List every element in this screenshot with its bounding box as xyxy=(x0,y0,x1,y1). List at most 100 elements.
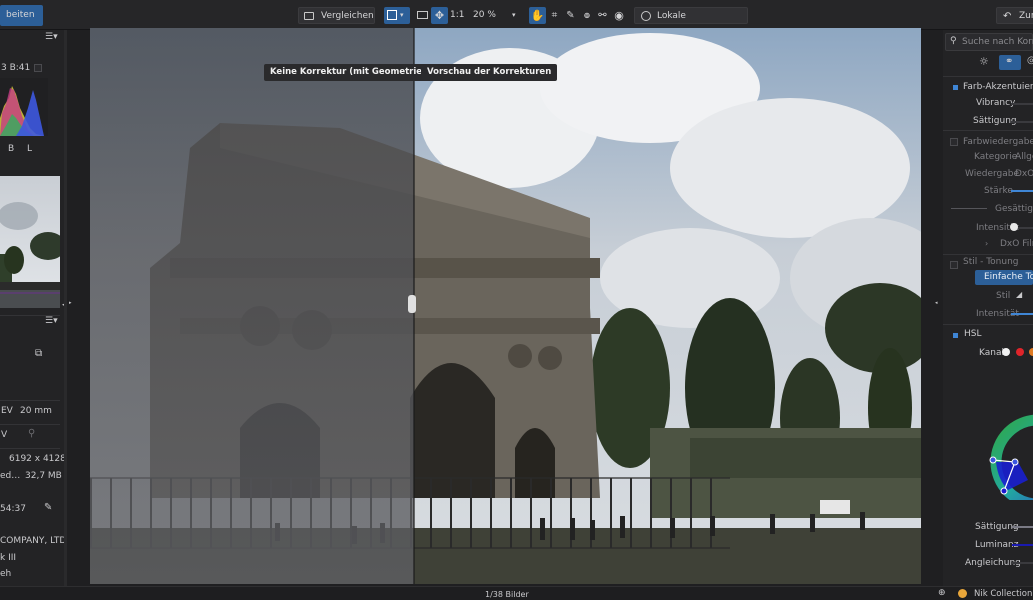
zoom-value: 20 % xyxy=(473,10,496,20)
undo-icon: ↶ xyxy=(1003,11,1012,22)
dxo-film-label: DxO Film xyxy=(1000,239,1033,249)
link-icon[interactable]: ⧉ xyxy=(35,348,42,359)
nik-collection-button[interactable]: Nik Collection xyxy=(974,589,1032,599)
local-adjustments-button[interactable]: Lokale Anpassungen xyxy=(634,7,748,38)
lens-info: eh xyxy=(0,569,12,579)
image-dimensions: 6192 x 4128 xyxy=(9,454,66,464)
color-palette-icon: ⚭ xyxy=(1005,56,1014,67)
local-adjust-icon xyxy=(641,11,651,21)
hsl-color-wheel[interactable] xyxy=(988,390,1033,500)
color-palette-tab[interactable]: ⚭ xyxy=(999,55,1021,70)
ratio-label: 1:1 xyxy=(450,10,465,20)
hand-tool-icon[interactable]: ✋ xyxy=(529,7,546,24)
split-view-button[interactable]: ▾ xyxy=(384,7,410,24)
wiedergabe-label: Wiedergabe xyxy=(965,169,1020,179)
split-handle[interactable] xyxy=(408,295,416,313)
ratio-button[interactable]: 1:1 xyxy=(450,7,464,24)
before-label: Keine Korrektur (mit Geometrie) xyxy=(264,64,432,81)
farb-akzent-enabled-icon[interactable] xyxy=(953,85,958,90)
undo-button[interactable]: ↶ Zur xyxy=(996,7,1033,24)
hist-channel-b[interactable]: B xyxy=(8,144,14,154)
rgb-readout: 3 B:41 xyxy=(1,63,31,73)
export-icon[interactable]: ⊕ xyxy=(938,588,946,598)
film-chevron-icon[interactable]: › xyxy=(985,239,988,248)
edit-pencil-icon[interactable]: ✎ xyxy=(44,502,52,513)
light-palette-icon[interactable]: ☼ xyxy=(979,55,989,68)
tone-triangle-icon[interactable]: ◢ xyxy=(1016,290,1022,299)
right-panel: ⚲ Suche nach Korrek ☼ ⚭ ◎ Farb-Akzentuie… xyxy=(943,30,1033,586)
gesaettigte-label: Gesättigte xyxy=(995,204,1033,214)
navigator-thumbnail[interactable] xyxy=(0,176,60,308)
angleichung-slider[interactable] xyxy=(1012,562,1033,564)
undo-label: Zur xyxy=(1019,11,1033,21)
intensitaet-knob[interactable] xyxy=(1010,223,1018,231)
staerke-label: Stärke xyxy=(984,186,1013,196)
tab-bearbeiten[interactable]: beiten xyxy=(0,5,43,26)
image-viewer[interactable]: Keine Korrektur (mit Geometrie) Vorschau… xyxy=(67,28,943,586)
expand-right-icon[interactable]: ◂ xyxy=(935,300,938,306)
wiedergabe-select[interactable]: DxO xyxy=(1015,169,1033,179)
search-input[interactable]: Suche nach Korrek xyxy=(962,37,1033,47)
after-label: Vorschau der Korrekturen xyxy=(421,64,558,81)
location-pin-icon[interactable]: ⚲ xyxy=(28,428,35,439)
eye-icon[interactable]: ◉ xyxy=(612,7,626,24)
panel-menu-icon[interactable]: ☰▾ xyxy=(45,316,58,326)
farbwiedergabe-toggle[interactable] xyxy=(950,138,958,146)
hsl-saettigung-slider[interactable] xyxy=(1012,526,1033,528)
photo-arch-of-constantine[interactable] xyxy=(90,28,921,584)
exif-v-label: V xyxy=(1,430,8,440)
compare-label: Vergleichen xyxy=(321,11,374,21)
top-toolbar: beiten Vergleichen ▾ ✥ 1:1 20 % ▾ ✋ ⌗ ✎ … xyxy=(0,0,1033,38)
staerke-slider[interactable] xyxy=(1011,190,1033,192)
redeye-icon[interactable]: ⊚ xyxy=(580,7,594,24)
zoom-select[interactable]: 20 % ▾ xyxy=(470,7,522,24)
kategorie-select[interactable]: Allge xyxy=(1015,152,1033,162)
exposure-ev-label: EV xyxy=(1,406,13,416)
tab-label: beiten xyxy=(6,10,35,20)
farbwiedergabe-title: Farbwiedergabe xyxy=(963,137,1033,147)
panel-menu-icon[interactable]: ☰▾ xyxy=(45,32,58,42)
hist-channel-l[interactable]: L xyxy=(27,144,32,154)
file-size: 32,7 MB xyxy=(25,471,62,481)
compare-icon xyxy=(304,12,314,20)
move-icon[interactable]: ✥ xyxy=(431,7,448,24)
vibrancy-slider[interactable] xyxy=(1011,103,1033,105)
image-count: 1/38 Bilder xyxy=(485,590,529,599)
eyedropper-icon[interactable]: ✎ xyxy=(564,7,577,24)
farb-akzent-title: Farb-Akzentuierung xyxy=(963,82,1033,92)
einfache-tonung-label: Einfache Ton xyxy=(984,272,1033,282)
compare-button[interactable]: Vergleichen xyxy=(298,7,375,24)
stil-tonung-toggle[interactable] xyxy=(950,261,958,269)
channel-all-swatch[interactable] xyxy=(1002,348,1010,356)
correction-search[interactable]: ⚲ Suche nach Korrek xyxy=(945,33,1033,51)
search-icon: ⚲ xyxy=(950,36,957,46)
focal-length: 20 mm xyxy=(20,406,52,416)
capture-time: 54:37 xyxy=(0,504,26,514)
crop-icon[interactable]: ⌗ xyxy=(548,7,561,24)
hsl-enabled-icon[interactable] xyxy=(953,333,958,338)
expand-left-icon[interactable]: ▸ xyxy=(69,300,72,306)
chevron-down-icon: ▾ xyxy=(512,11,516,19)
photolab-window: beiten Vergleichen ▾ ✥ 1:1 20 % ▾ ✋ ⌗ ✎ … xyxy=(0,0,1033,600)
detail-palette-icon[interactable]: ◎ xyxy=(1027,55,1033,66)
left-panel: ☰▾ 3 B:41 B L ◂ ☰▾ ⧉ EV 20 mm xyxy=(0,30,70,586)
stil-tonung-title: Stil - Tonung xyxy=(963,257,1019,267)
saettigung-slider[interactable] xyxy=(1011,121,1033,123)
tonung-intensitaet-slider[interactable] xyxy=(1011,313,1033,315)
camera-model: k III xyxy=(0,553,17,563)
chevron-down-icon: ▾ xyxy=(400,11,404,19)
file-size-label: ed… xyxy=(0,471,21,481)
luminanz-slider[interactable] xyxy=(1012,544,1033,546)
channel-red-swatch[interactable] xyxy=(1016,348,1024,356)
kategorie-label: Kategorie xyxy=(974,152,1018,162)
channel-orange-swatch[interactable] xyxy=(1029,348,1033,356)
hsl-title: HSL xyxy=(964,329,982,339)
histogram xyxy=(0,78,48,136)
status-bar: 1/38 Bilder ⊕ Nik Collection xyxy=(0,586,1033,600)
clipping-toggle[interactable] xyxy=(34,64,42,72)
repair-icon[interactable]: ⚯ xyxy=(596,7,609,24)
fit-screen-icon[interactable] xyxy=(416,7,430,24)
einfache-tonung-button[interactable]: Einfache Ton xyxy=(975,270,1033,285)
vibrancy-label: Vibrancy xyxy=(976,98,1016,108)
camera-maker: COMPANY, LTD. xyxy=(0,536,70,546)
